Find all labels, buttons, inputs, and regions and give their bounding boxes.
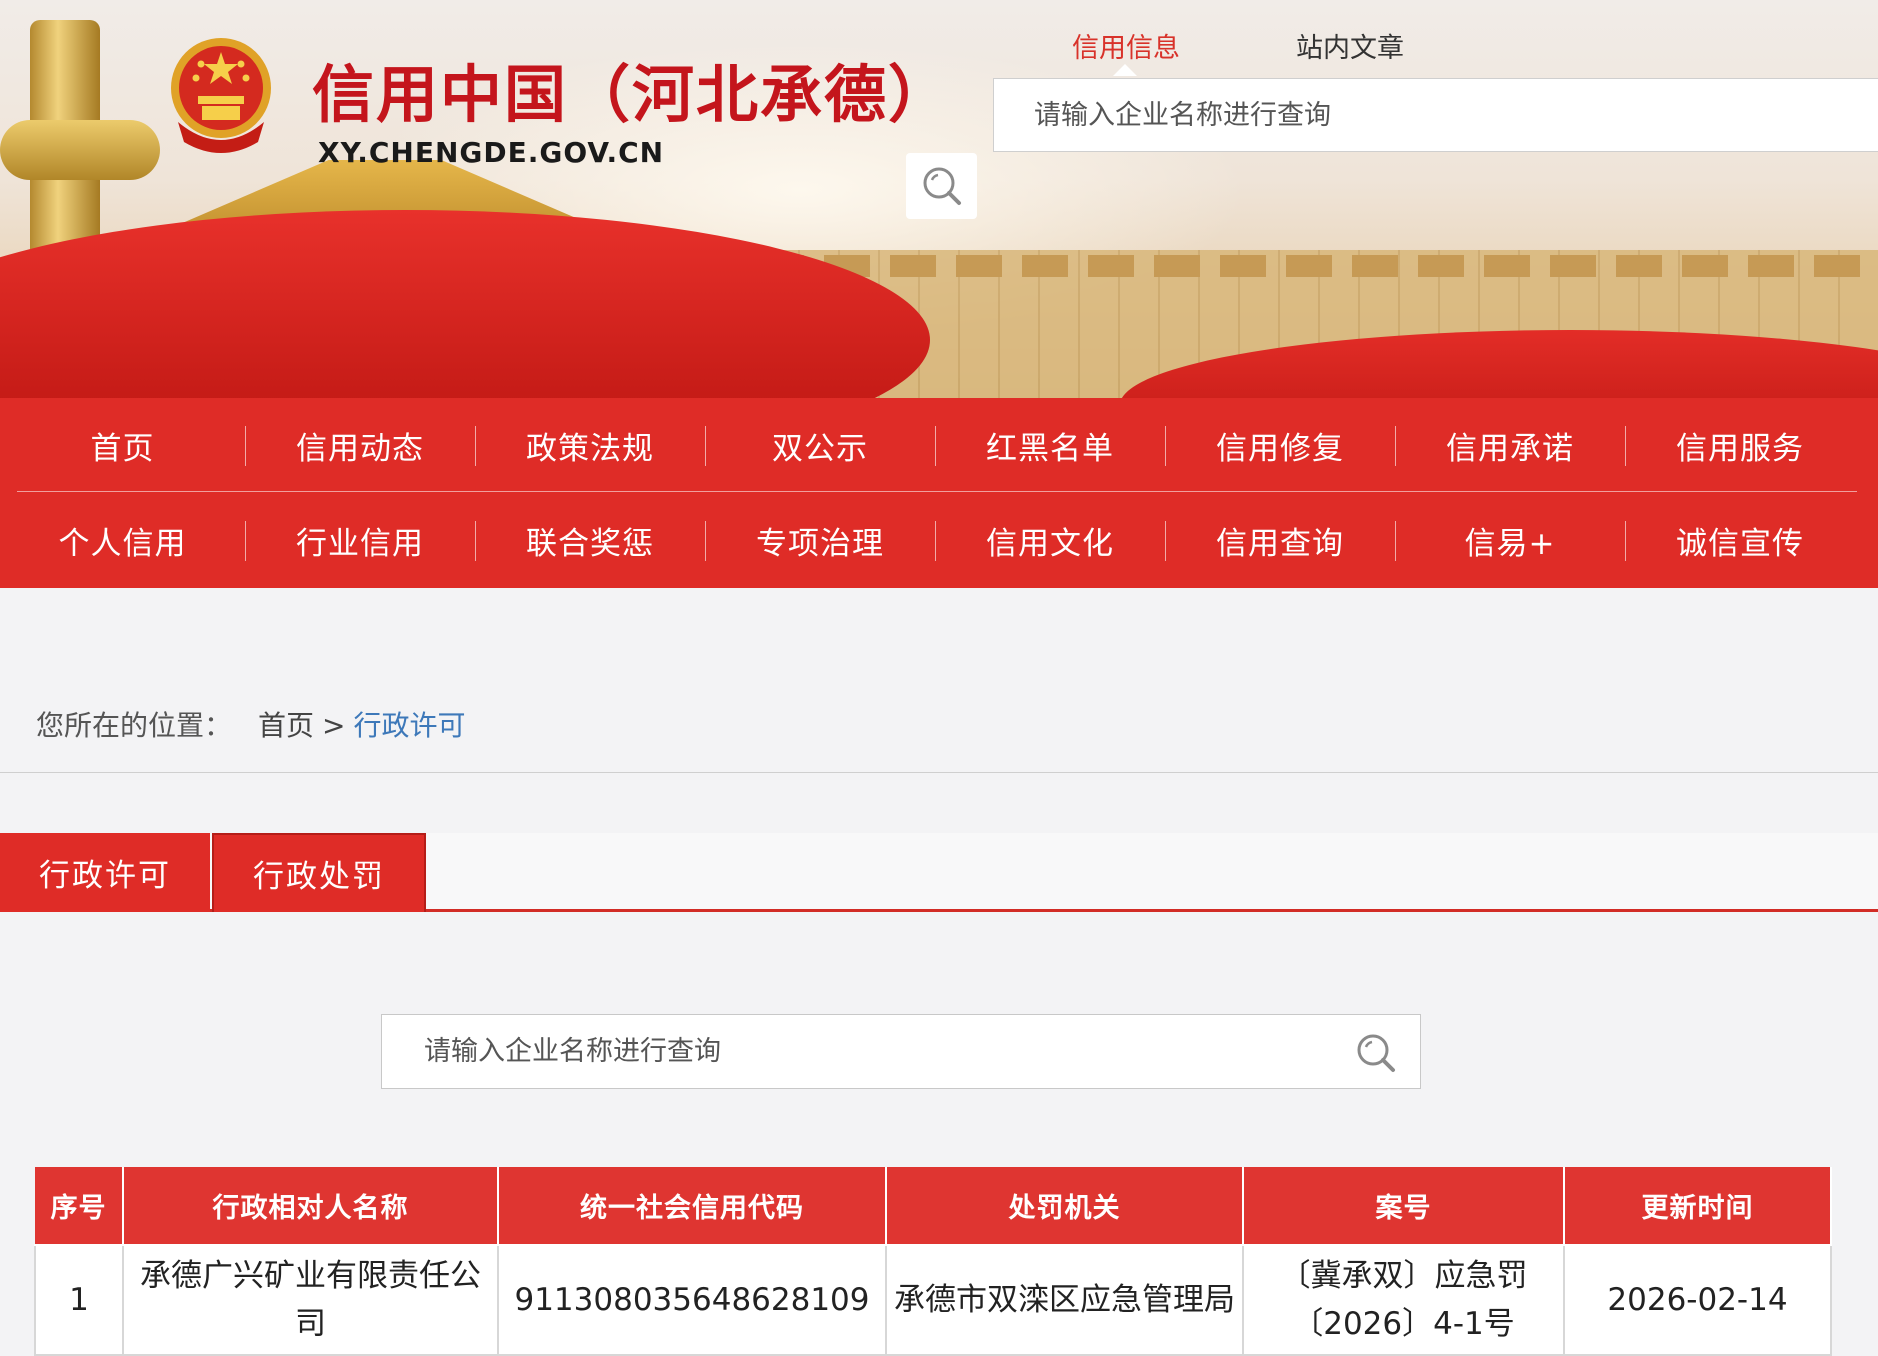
search-icon: [1357, 1034, 1395, 1072]
national-emblem-icon: [171, 38, 271, 153]
cell-case-number: 〔冀承双〕应急罚〔2026〕4-1号: [1242, 1245, 1565, 1356]
nav-divider: [17, 491, 1857, 492]
main-nav: 首页 信用动态 政策法规 双公示 红黑名单 信用修复 信用承诺 信用服务 个人信…: [0, 398, 1878, 588]
nav-item-credit-commitment[interactable]: 信用承诺: [1395, 398, 1625, 492]
cell-index: 1: [34, 1245, 124, 1356]
tab-administrative-penalty[interactable]: 行政处罚: [212, 833, 426, 912]
nav-item-credit-service[interactable]: 信用服务: [1625, 398, 1855, 492]
huabiao-cloud-image: [0, 120, 160, 180]
search-icon: [923, 167, 961, 205]
nav-item-special-governance[interactable]: 专项治理: [705, 493, 935, 587]
column-header-credit-code: 统一社会信用代码: [497, 1167, 887, 1246]
active-tab-caret: [1113, 64, 1137, 76]
site-title: 信用中国（河北承德）: [312, 58, 953, 131]
nav-item-credit-query[interactable]: 信用查询: [1165, 493, 1395, 587]
results-table: 序号 行政相对人名称 统一社会信用代码 处罚机关 案号 更新时间 1 承德广兴矿…: [34, 1167, 1832, 1356]
content-search-button[interactable]: [1352, 1029, 1400, 1077]
nav-item-personal-credit[interactable]: 个人信用: [0, 493, 245, 587]
breadcrumb-divider: [0, 772, 1878, 773]
header-tab-site-articles[interactable]: 站内文章: [1296, 26, 1404, 65]
cell-update-time: 2026-02-14: [1563, 1245, 1832, 1356]
content-tabs: 行政许可 行政处罚: [0, 833, 1878, 912]
nav-item-joint-rewards-penalties[interactable]: 联合奖惩: [475, 493, 705, 587]
nav-item-credit-culture[interactable]: 信用文化: [935, 493, 1165, 587]
header-search-box: [993, 78, 1878, 152]
site-banner: 信用中国（河北承德） XY.CHENGDE.GOV.CN 信用信息 站内文章: [0, 0, 1878, 398]
nav-item-industry-credit[interactable]: 行业信用: [245, 493, 475, 587]
cell-penalty-authority: 承德市双滦区应急管理局: [885, 1245, 1244, 1356]
nav-item-double-publicity[interactable]: 双公示: [705, 398, 935, 492]
nav-row-2: 个人信用 行业信用 联合奖惩 专项治理 信用文化 信用查询 信易+ 诚信宣传: [0, 493, 1878, 587]
breadcrumb-separator: >: [322, 709, 346, 742]
cell-party-name[interactable]: 承德广兴矿业有限责任公司: [122, 1245, 499, 1356]
content-search-box: [381, 1014, 1421, 1089]
header-search-input[interactable]: [994, 79, 1878, 151]
nav-item-red-black-list[interactable]: 红黑名单: [935, 398, 1165, 492]
nav-item-credit-news[interactable]: 信用动态: [245, 398, 475, 492]
breadcrumb-current[interactable]: 行政许可: [354, 709, 466, 742]
nav-item-home[interactable]: 首页: [0, 398, 245, 492]
nav-item-policies[interactable]: 政策法规: [475, 398, 705, 492]
table-header-row: 序号 行政相对人名称 统一社会信用代码 处罚机关 案号 更新时间: [35, 1167, 1832, 1246]
header-tab-credit-info[interactable]: 信用信息: [1072, 26, 1180, 65]
table-row[interactable]: 1 承德广兴矿业有限责任公司 91130803564862810​9 承德市双滦…: [34, 1245, 1832, 1356]
nav-item-xinyi-plus[interactable]: 信易+: [1395, 493, 1625, 587]
nav-row-1: 首页 信用动态 政策法规 双公示 红黑名单 信用修复 信用承诺 信用服务: [0, 398, 1878, 492]
column-header-index: 序号: [35, 1167, 124, 1246]
cell-credit-code: 91130803564862810​9: [497, 1245, 887, 1356]
breadcrumb: 您所在的位置： 首页 > 行政许可: [36, 704, 466, 744]
nav-item-credit-repair[interactable]: 信用修复: [1165, 398, 1395, 492]
site-url: XY.CHENGDE.GOV.CN: [318, 136, 665, 169]
breadcrumb-prefix: 您所在的位置：: [36, 709, 233, 742]
breadcrumb-home-link[interactable]: 首页: [258, 709, 314, 742]
nav-item-integrity-promotion[interactable]: 诚信宣传: [1625, 493, 1855, 587]
column-header-penalty-authority: 处罚机关: [885, 1167, 1244, 1246]
column-header-case-number: 案号: [1242, 1167, 1565, 1246]
header-search-button[interactable]: [906, 153, 977, 219]
column-header-party-name: 行政相对人名称: [122, 1167, 499, 1246]
column-header-update-time: 更新时间: [1563, 1167, 1832, 1246]
tab-administrative-license[interactable]: 行政许可: [0, 833, 210, 912]
content-search-input[interactable]: [382, 1015, 1282, 1088]
